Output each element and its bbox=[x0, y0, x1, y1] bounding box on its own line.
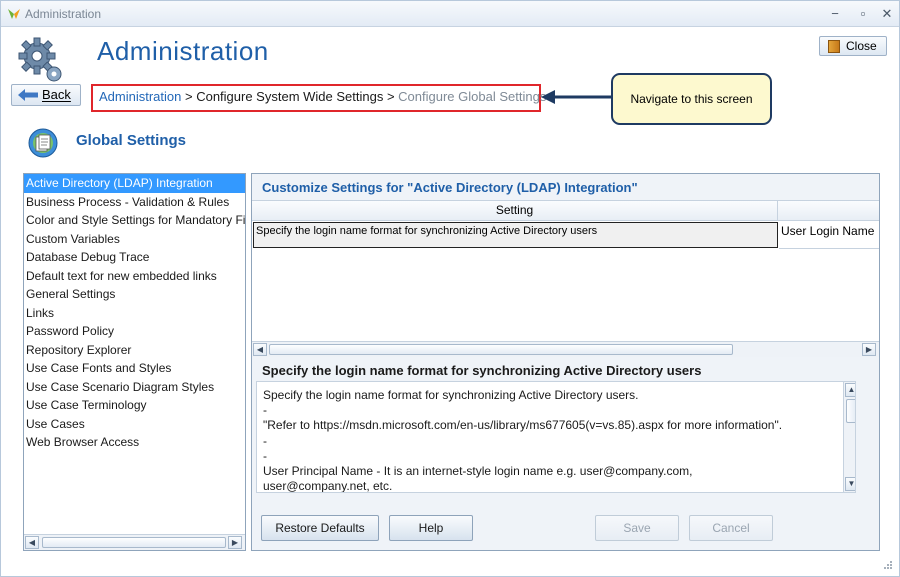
table-row[interactable]: Specify the login name format for synchr… bbox=[252, 221, 879, 249]
settings-panel: Customize Settings for "Active Directory… bbox=[251, 173, 880, 551]
list-item[interactable]: Use Case Fonts and Styles bbox=[24, 359, 245, 378]
description-line: - bbox=[263, 433, 267, 448]
save-button[interactable]: Save bbox=[595, 515, 679, 541]
breadcrumb: Administration > Configure System Wide S… bbox=[91, 84, 546, 112]
settings-category-list: Active Directory (LDAP) Integration Busin… bbox=[23, 173, 246, 551]
scroll-right-icon[interactable]: ▶ bbox=[228, 536, 242, 549]
help-button[interactable]: Help bbox=[389, 515, 473, 541]
back-arrow-icon bbox=[18, 89, 38, 101]
description-box: Specify the login name format for synchr… bbox=[256, 381, 856, 493]
breadcrumb-current: Configure Global Settings bbox=[398, 89, 547, 104]
list-item[interactable]: Password Policy bbox=[24, 322, 245, 341]
resize-grip-icon[interactable] bbox=[883, 560, 893, 570]
description-line: - bbox=[263, 403, 267, 418]
column-header-value[interactable] bbox=[779, 201, 879, 220]
breadcrumb-item-system-settings[interactable]: Configure System Wide Settings bbox=[196, 89, 383, 104]
back-button-label: Back bbox=[42, 87, 71, 102]
cell-value[interactable]: User Login Name bbox=[779, 221, 879, 249]
breadcrumb-link-administration[interactable]: Administration bbox=[99, 89, 181, 104]
close-button-label: Close bbox=[846, 39, 877, 53]
section-title: Global Settings bbox=[76, 132, 187, 149]
callout-annotation: Navigate to this screen bbox=[611, 73, 772, 125]
description-line: User Principal Name - It is an internet-… bbox=[263, 464, 693, 479]
description-text: Specify the login name format for synchr… bbox=[263, 388, 843, 493]
cancel-button[interactable]: Cancel bbox=[689, 515, 773, 541]
window-close-button[interactable]: ✕ bbox=[877, 5, 897, 23]
page-title: Administration bbox=[97, 36, 269, 66]
settings-grid: Setting Specify the login name format fo… bbox=[252, 200, 879, 357]
scroll-left-icon[interactable]: ◀ bbox=[253, 343, 267, 356]
list-item[interactable]: Active Directory (LDAP) Integration bbox=[24, 174, 245, 193]
minimize-button[interactable]: − bbox=[825, 5, 845, 23]
page-header: Administration Close Back Administration… bbox=[1, 28, 899, 125]
administration-window: Administration − ▫ ✕ Administration Clos… bbox=[0, 0, 900, 577]
callout-pointer-arrow bbox=[541, 90, 613, 104]
description-line: - bbox=[263, 448, 267, 463]
scroll-thumb[interactable] bbox=[846, 399, 855, 423]
description-title: Specify the login name format for synchr… bbox=[262, 363, 702, 378]
list-item[interactable]: Custom Variables bbox=[24, 230, 245, 249]
scroll-left-icon[interactable]: ◀ bbox=[25, 536, 39, 549]
scroll-right-icon[interactable]: ▶ bbox=[862, 343, 876, 356]
breadcrumb-separator: > bbox=[181, 89, 197, 104]
category-items: Active Directory (LDAP) Integration Busin… bbox=[24, 174, 245, 452]
list-item[interactable]: Use Case Terminology bbox=[24, 396, 245, 415]
description-line: Specify the login name format for synchr… bbox=[263, 388, 639, 402]
list-item[interactable]: Use Cases bbox=[24, 415, 245, 434]
scroll-up-icon[interactable]: ▲ bbox=[845, 383, 855, 397]
grid-header: Setting bbox=[252, 201, 879, 221]
customize-title: Customize Settings for "Active Directory… bbox=[262, 180, 638, 195]
global-settings-icon bbox=[28, 128, 58, 158]
close-button[interactable]: Close bbox=[819, 36, 887, 56]
title-bar: Administration − ▫ ✕ bbox=[1, 1, 899, 27]
list-item[interactable]: Web Browser Access bbox=[24, 433, 245, 452]
cell-setting[interactable]: Specify the login name format for synchr… bbox=[253, 222, 778, 248]
list-item[interactable]: Business Process - Validation & Rules bbox=[24, 193, 245, 212]
grid-horizontal-scrollbar[interactable]: ◀ ▶ bbox=[252, 341, 879, 357]
window-title: Administration bbox=[25, 7, 102, 21]
list-item[interactable]: Color and Style Settings for Mandatory F… bbox=[24, 211, 245, 230]
list-horizontal-scrollbar[interactable]: ◀ ▶ bbox=[24, 534, 245, 550]
gear-icon bbox=[18, 37, 62, 82]
list-item[interactable]: Repository Explorer bbox=[24, 341, 245, 360]
column-header-setting[interactable]: Setting bbox=[252, 201, 778, 220]
list-item[interactable]: General Settings bbox=[24, 285, 245, 304]
restore-defaults-button[interactable]: Restore Defaults bbox=[261, 515, 379, 541]
scroll-thumb[interactable] bbox=[269, 344, 733, 355]
back-button[interactable]: Back bbox=[11, 84, 81, 106]
scroll-down-icon[interactable]: ▼ bbox=[845, 477, 855, 491]
list-item[interactable]: Use Case Scenario Diagram Styles bbox=[24, 378, 245, 397]
scroll-thumb[interactable] bbox=[42, 537, 226, 548]
description-line: "Refer to https://msdn.microsoft.com/en-… bbox=[263, 418, 783, 433]
list-item[interactable]: Links bbox=[24, 304, 245, 323]
app-logo-icon bbox=[8, 9, 20, 19]
list-item[interactable]: Default text for new embedded links bbox=[24, 267, 245, 286]
exit-door-icon bbox=[828, 40, 840, 53]
list-item[interactable]: Database Debug Trace bbox=[24, 248, 245, 267]
description-line: user@company.net, etc. bbox=[263, 479, 393, 493]
description-vertical-scrollbar[interactable]: ▲ ▼ bbox=[843, 382, 855, 492]
maximize-button[interactable]: ▫ bbox=[853, 5, 873, 23]
breadcrumb-separator: > bbox=[383, 89, 399, 104]
